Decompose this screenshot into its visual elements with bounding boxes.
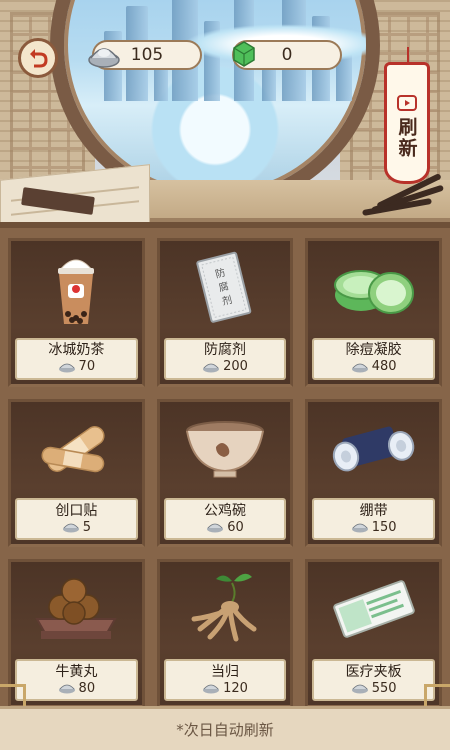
refresh-button[interactable]: 刷新 [384, 47, 430, 184]
item-name: 牛黄丸 [55, 663, 98, 680]
item-label: 绷带 150 [312, 498, 435, 541]
silver-ingot-icon [351, 363, 368, 373]
item-name: 除痘凝胶 [345, 342, 402, 359]
return-arrow-icon [30, 49, 48, 68]
item-label: 创口贴 5 [15, 498, 138, 541]
item-label: 防腐剂 200 [163, 337, 287, 380]
shop-item-preservative[interactable]: 防 腐 剂 防腐剂 200 [156, 238, 294, 387]
item-label: 除痘凝胶 480 [312, 337, 435, 380]
item-price: 480 [351, 359, 397, 375]
milk-tea-icon [58, 259, 95, 324]
item-price: 70 [58, 359, 95, 375]
silver-ingot-icon [203, 363, 220, 373]
bandage-roll-icon [332, 426, 414, 472]
shop-item-milk-tea[interactable]: 冰城奶茶 70 [8, 238, 145, 387]
silver-ingot-icon [58, 684, 75, 694]
jade-balance: 0 [232, 40, 342, 70]
silver-ingot-icon [88, 48, 120, 68]
back-button[interactable] [18, 38, 58, 78]
rooster-bowl-icon [185, 420, 264, 478]
auto-refresh-note: *次日自动刷新 [176, 721, 274, 739]
item-name: 公鸡碗 [203, 502, 246, 519]
background-scene [0, 0, 450, 200]
shop-item-angelica[interactable]: 当归 120 [156, 559, 294, 708]
medicine-balls-icon [35, 578, 118, 640]
refresh-label: 刷新 [395, 117, 418, 159]
shop-item-niuhuang-pills[interactable]: 牛黄丸 80 [8, 559, 145, 708]
item-price: 150 [351, 520, 397, 536]
shop-item-grid: 冰城奶茶 70 防 腐 剂 防腐剂 200 除痘凝胶 480 创口贴 5 公鸡碗… [8, 238, 442, 708]
shop-item-rooster-bowl[interactable]: 公鸡碗 60 [156, 398, 294, 548]
silver-ingot-icon [62, 523, 79, 533]
bandaid-icon [41, 425, 105, 472]
silver-ingot-icon [207, 523, 224, 533]
item-price: 200 [202, 359, 248, 375]
shop-shelf: 冰城奶茶 70 防 腐 剂 防腐剂 200 除痘凝胶 480 创口贴 5 公鸡碗… [0, 222, 450, 708]
jade-amount: 0 [281, 45, 293, 65]
item-label: 医疗夹板 550 [312, 659, 435, 701]
shop-item-medical-splint[interactable]: 医疗夹板 550 [305, 559, 442, 708]
brush-stand [360, 172, 450, 218]
medical-splint-icon [332, 580, 415, 639]
video-ad-icon [397, 95, 417, 111]
item-name: 防腐剂 [203, 342, 246, 359]
item-name: 冰城奶茶 [48, 342, 105, 359]
item-price: 60 [206, 520, 244, 536]
preservative-packet-icon: 防 腐 剂 [196, 251, 252, 323]
item-name: 当归 [210, 663, 239, 680]
gel-jar-icon [333, 270, 414, 314]
item-price: 5 [62, 520, 91, 536]
item-price: 550 [351, 681, 397, 697]
silver-ingot-icon [58, 363, 75, 373]
item-label: 公鸡碗 60 [163, 498, 287, 541]
shop-item-bandage[interactable]: 绷带 150 [305, 398, 442, 548]
item-label: 冰城奶茶 70 [15, 337, 138, 380]
silver-balance: 105 [88, 40, 202, 70]
item-name: 医疗夹板 [345, 663, 402, 680]
item-name: 创口贴 [55, 502, 98, 519]
shop-item-bandaid[interactable]: 创口贴 5 [8, 398, 145, 548]
jade-gem-icon [233, 41, 255, 67]
silver-ingot-icon [351, 523, 368, 533]
silver-ingot-icon [351, 684, 368, 694]
item-label: 牛黄丸 80 [15, 659, 138, 701]
silver-ingot-icon [203, 684, 220, 694]
footer-bar: *次日自动刷新 [0, 706, 450, 750]
item-price: 80 [58, 681, 95, 697]
item-name: 绷带 [359, 502, 388, 519]
item-label: 当归 120 [163, 659, 287, 701]
shop-item-acne-gel[interactable]: 除痘凝胶 480 [305, 238, 442, 387]
item-price: 120 [202, 681, 248, 697]
angelica-root-icon [191, 574, 257, 642]
silver-amount: 105 [130, 45, 164, 65]
